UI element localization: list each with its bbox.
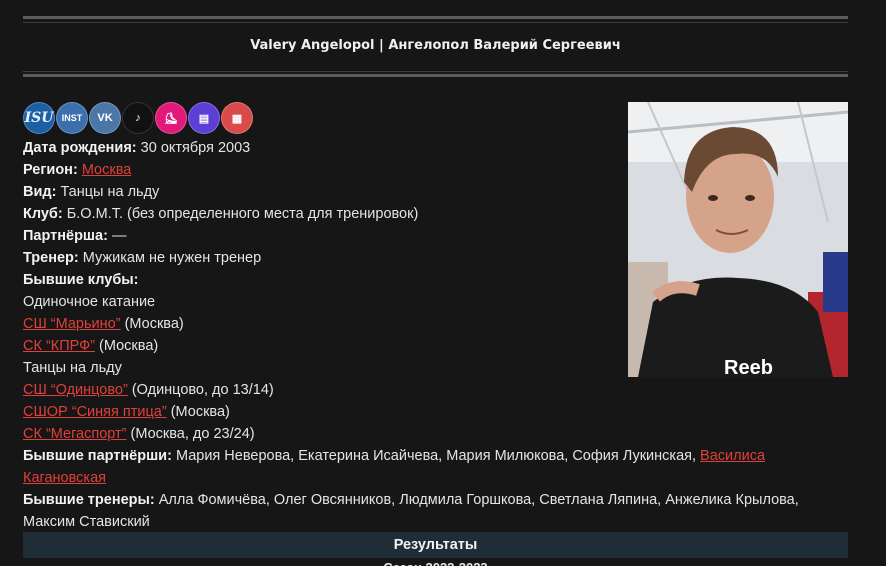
former-partners-row: Бывшие партнёрши: Мария Неверова, Екатер… (23, 445, 843, 489)
club-link[interactable]: СШ “Одинцово” (23, 382, 128, 398)
dance-heading: Танцы на льду (23, 360, 122, 376)
vk-icon[interactable]: VK (89, 102, 121, 134)
list-item: СК “КПРФ” (Москва) (23, 335, 843, 357)
club-link[interactable]: СШОР “Синяя птица” (23, 404, 167, 420)
former-clubs-label: Бывшие клубы: (23, 272, 139, 288)
tiktok-icon[interactable]: ♪ (122, 102, 154, 134)
partner-value: — (111, 228, 127, 244)
page-title: Valery Angelopol | Ангелопол Валерий Сер… (250, 38, 621, 53)
partner-row: Партнёрша: — (23, 225, 843, 247)
club-link[interactable]: СК “Мегаспорт” (23, 426, 127, 442)
list-item: СШОР “Синяя птица” (Москва) (23, 401, 843, 423)
club-note: (Москва, до 23/24) (130, 426, 255, 442)
birth-label: Дата рождения: (23, 140, 137, 156)
club-note: (Москва) (124, 316, 184, 332)
film-icon[interactable]: ▦ (221, 102, 253, 134)
club-note: (Москва) (170, 404, 230, 420)
results-header: Результаты (23, 532, 848, 558)
divider (23, 74, 848, 77)
athlete-info: Дата рождения: 30 октября 2003 Регион: М… (23, 137, 843, 533)
instagram-icon[interactable]: INST (56, 102, 88, 134)
club-label: Клуб: (23, 206, 63, 222)
birth-row: Дата рождения: 30 октября 2003 (23, 137, 843, 159)
former-partners-text: Мария Неверова, Екатерина Исайчева, Мари… (175, 448, 697, 464)
discipline-value: Танцы на льду (60, 184, 160, 200)
birth-value: 30 октября 2003 (140, 140, 251, 156)
profile-page: Valery Angelopol | Ангелопол Валерий Сер… (0, 0, 886, 566)
region-link[interactable]: Москва (82, 162, 132, 178)
discipline-row: Вид: Танцы на льду (23, 181, 843, 203)
former-clubs-row: Бывшие клубы: (23, 269, 843, 291)
club-link[interactable]: СШ “Марьино” (23, 316, 121, 332)
club-value: Б.О.М.Т. (без определенного места для тр… (66, 206, 419, 222)
skater-icon[interactable]: ⛸ (155, 102, 187, 134)
club-note: (Одинцово, до 13/14) (131, 382, 274, 398)
club-link[interactable]: СК “КПРФ” (23, 338, 95, 354)
coach-label: Тренер: (23, 250, 79, 266)
club-note: (Москва) (99, 338, 159, 354)
list-item: СК “Мегаспорт” (Москва, до 23/24) (23, 423, 843, 445)
coach-value: Мужикам не нужен тренер (82, 250, 262, 266)
region-label: Регион: (23, 162, 78, 178)
region-row: Регион: Москва (23, 159, 843, 181)
list-item: СШ “Одинцово” (Одинцово, до 13/14) (23, 379, 843, 401)
coach-row: Тренер: Мужикам не нужен тренер (23, 247, 843, 269)
singles-heading: Одиночное катание (23, 294, 156, 310)
divider (23, 16, 848, 19)
divider (23, 22, 848, 23)
former-partners-label: Бывшие партнёрши: (23, 448, 172, 464)
former-coaches-label: Бывшие тренеры: (23, 492, 155, 508)
partner-label: Партнёрша: (23, 228, 108, 244)
club-row: Клуб: Б.О.М.Т. (без определенного места … (23, 203, 843, 225)
chat-icon[interactable]: ▤ (188, 102, 220, 134)
season-heading: Сезон 2022-2023 (23, 560, 848, 566)
discipline-label: Вид: (23, 184, 57, 200)
results-title: Результаты (393, 537, 478, 553)
former-coaches-row: Бывшие тренеры: Алла Фомичёва, Олег Овся… (23, 489, 843, 533)
divider (23, 71, 848, 72)
isu-icon[interactable]: ISU (23, 102, 55, 134)
social-icons: ISU INST VK ♪ ⛸ ▤ ▦ (23, 102, 253, 134)
list-item: СШ “Марьино” (Москва) (23, 313, 843, 335)
